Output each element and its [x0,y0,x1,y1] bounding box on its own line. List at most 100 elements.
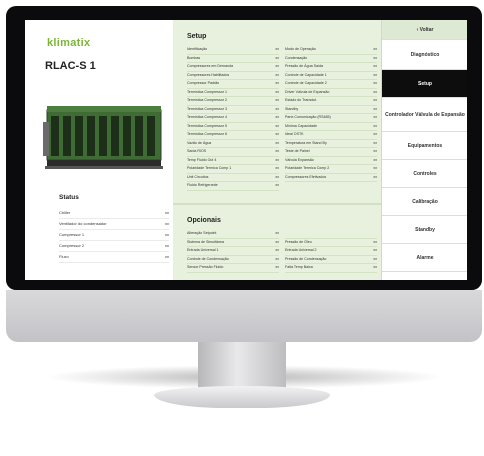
back-button[interactable]: ‹ Voltar [382,20,467,40]
item-value: xx [275,157,279,162]
item-label: Vazão de Água [187,140,212,145]
nav-item-setup[interactable]: Setup [382,70,467,98]
monitor-screen: klimatix RLAC-S 1 Status Chiller xx Ventil… [25,20,467,280]
item-label: Ventilador do condensador [59,221,107,226]
nav-item-alarme[interactable]: Alarme [382,244,467,272]
list-item[interactable]: Unit Circuitos xx [187,174,279,182]
item-value: xx [373,123,377,128]
item-value: xx [373,55,377,60]
list-item[interactable]: Compressores Habilitados xx [187,72,279,80]
setup-right-column: Modo de Operação xx Condensação xx Pressão d… [285,46,377,182]
item-value: xx [373,47,377,51]
list-item[interactable]: Estado do Transdut. xx [285,97,377,106]
list-item[interactable]: Modo de Operação xx [285,46,377,55]
list-item[interactable]: Entrada Universal 2 xx [285,247,377,256]
list-item[interactable]: Controle de Capacidade 2 xx [285,80,377,89]
item-label: Fluxo [59,254,69,259]
list-item[interactable]: Válvula Expansão xx [285,157,377,165]
list-item[interactable]: Teste de Painel xx [285,148,377,157]
list-item[interactable]: Condensação xx [285,55,377,63]
list-item[interactable]: Termística Compressor 1 xx [187,89,279,97]
item-value: xx [275,123,279,128]
list-item[interactable]: Compressores Efetivados xx [285,174,377,182]
list-item[interactable]: Polaridade Termica Comp 1 xx [187,165,279,174]
list-item[interactable]: Compressor 1 xx [59,230,169,241]
item-label: Polaridade Termica Comp 2 [285,166,330,170]
list-item[interactable]: Vazão de Água xx [187,140,279,148]
list-item[interactable]: Identificação xx [187,46,279,55]
list-item[interactable]: Standby xx [285,106,377,114]
list-item[interactable]: Pressão de Água Saída xx [285,63,377,72]
item-label: Driver Válvula de Expansão [285,89,330,94]
nav-item-diagn-stico[interactable]: Diagnóstico [382,40,467,70]
list-item[interactable]: Ideal OSTK xx [285,131,377,140]
item-label: Bombas [187,55,201,60]
list-item[interactable]: Alteração Setpoint xx [187,230,279,239]
item-value: xx [275,115,279,119]
list-item[interactable]: Pressão de Condensação xx [285,256,377,264]
item-value: xx [275,64,279,68]
item-label: Sistema de Simultânea [187,239,224,244]
opcionais-right-column: Pressão de Óleo xx Entrada Universal 2 xx Pr… [285,230,377,273]
item-label: Controle de Condensação [187,256,229,261]
nav-item-control-panel[interactable]: Control Panel [382,272,467,280]
list-item[interactable] [285,230,377,239]
list-item[interactable]: Temperatura em Stand By xx [285,140,377,148]
nav-item-calibra-o[interactable]: Calibração [382,188,467,216]
list-item[interactable]: Sistema de Simultânea xx [187,239,279,247]
list-item[interactable]: Termística Compressor 5 xx [187,123,279,131]
list-item[interactable]: Polaridade Termica Comp 2 xx [285,165,377,174]
list-item[interactable]: Controle de Condensação xx [187,256,279,264]
item-value: xx [373,115,377,119]
nav-item-equipamentos[interactable]: Equipamentos [382,132,467,160]
item-label: Temp Fluido Out 4 [187,157,217,162]
list-item[interactable]: Entrada Universal 1 xx [187,247,279,256]
list-item[interactable]: Bombas xx [187,55,279,63]
item-value: xx [275,256,279,261]
item-label: Termística Compressor 6 [187,132,227,136]
nav-item-standby[interactable]: Standby [382,216,467,244]
item-label: Unit Circuitos [187,174,209,179]
chiller-unit-image [43,106,163,169]
list-item[interactable]: Termística Compressor 6 xx [187,131,279,140]
list-item[interactable]: Fluxo xx [59,252,169,263]
item-value: xx [275,89,279,94]
item-value: xx [373,166,377,170]
nav-item-controlador-v-lvula-de-expans-o[interactable]: Controlador Válvula de Expansão [382,98,467,132]
list-item[interactable]: Ventilador do condensador xx [59,219,169,230]
opcionais-left-column: Alteração Setpoint xx Sistema de Simultâne… [187,230,279,273]
opcionais-section-title: Opcionais [187,217,221,224]
list-item[interactable]: Compressor 2 xx [59,241,169,252]
item-value: xx [373,265,377,269]
item-value: xx [275,132,279,136]
item-value: xx [275,149,279,153]
list-item[interactable]: Termística Compressor 2 xx [187,97,279,106]
list-item[interactable]: Temp Fluido Out 4 xx [187,157,279,165]
list-item[interactable]: Saída RIOS xx [187,148,279,157]
item-label: Estado do Transdut. [285,98,318,102]
item-value: xx [275,140,279,145]
item-value: xx [275,72,279,77]
item-value: xx [165,232,169,237]
nav-item-controles[interactable]: Controles [382,160,467,188]
list-item[interactable]: Fluido Refrigerante xx [187,182,279,191]
item-label: Fluido Refrigerante [187,183,218,187]
list-item[interactable]: Falta Temp Baixa xx [285,264,377,273]
list-item[interactable]: Pressão de Óleo xx [285,239,377,247]
list-item[interactable]: Compressores em Demanda xx [187,63,279,72]
list-item[interactable]: Chiller xx [59,208,169,219]
list-item[interactable]: Partx Comunicação (RS485) xx [285,114,377,123]
list-item[interactable]: Driver Válvula de Expansão xx [285,89,377,97]
item-value: xx [373,81,377,85]
list-item[interactable]: Termística Compressor 4 xx [187,114,279,123]
monitor-stand-neck [198,342,286,388]
list-item[interactable]: Controle de Capacidade 1 xx [285,72,377,80]
list-item[interactable]: Mínima Capacidade xx [285,123,377,131]
item-label: Mínima Capacidade [285,123,317,128]
item-value: xx [165,243,169,248]
item-label: Pressão de Água Saída [285,64,323,68]
list-item[interactable]: Termística Compressor 3 xx [187,106,279,114]
list-item[interactable]: Compressor Padrão xx [187,80,279,89]
item-label: Pressão de Óleo [285,239,312,244]
list-item[interactable]: Sensor Pressão Fluido xx [187,264,279,273]
